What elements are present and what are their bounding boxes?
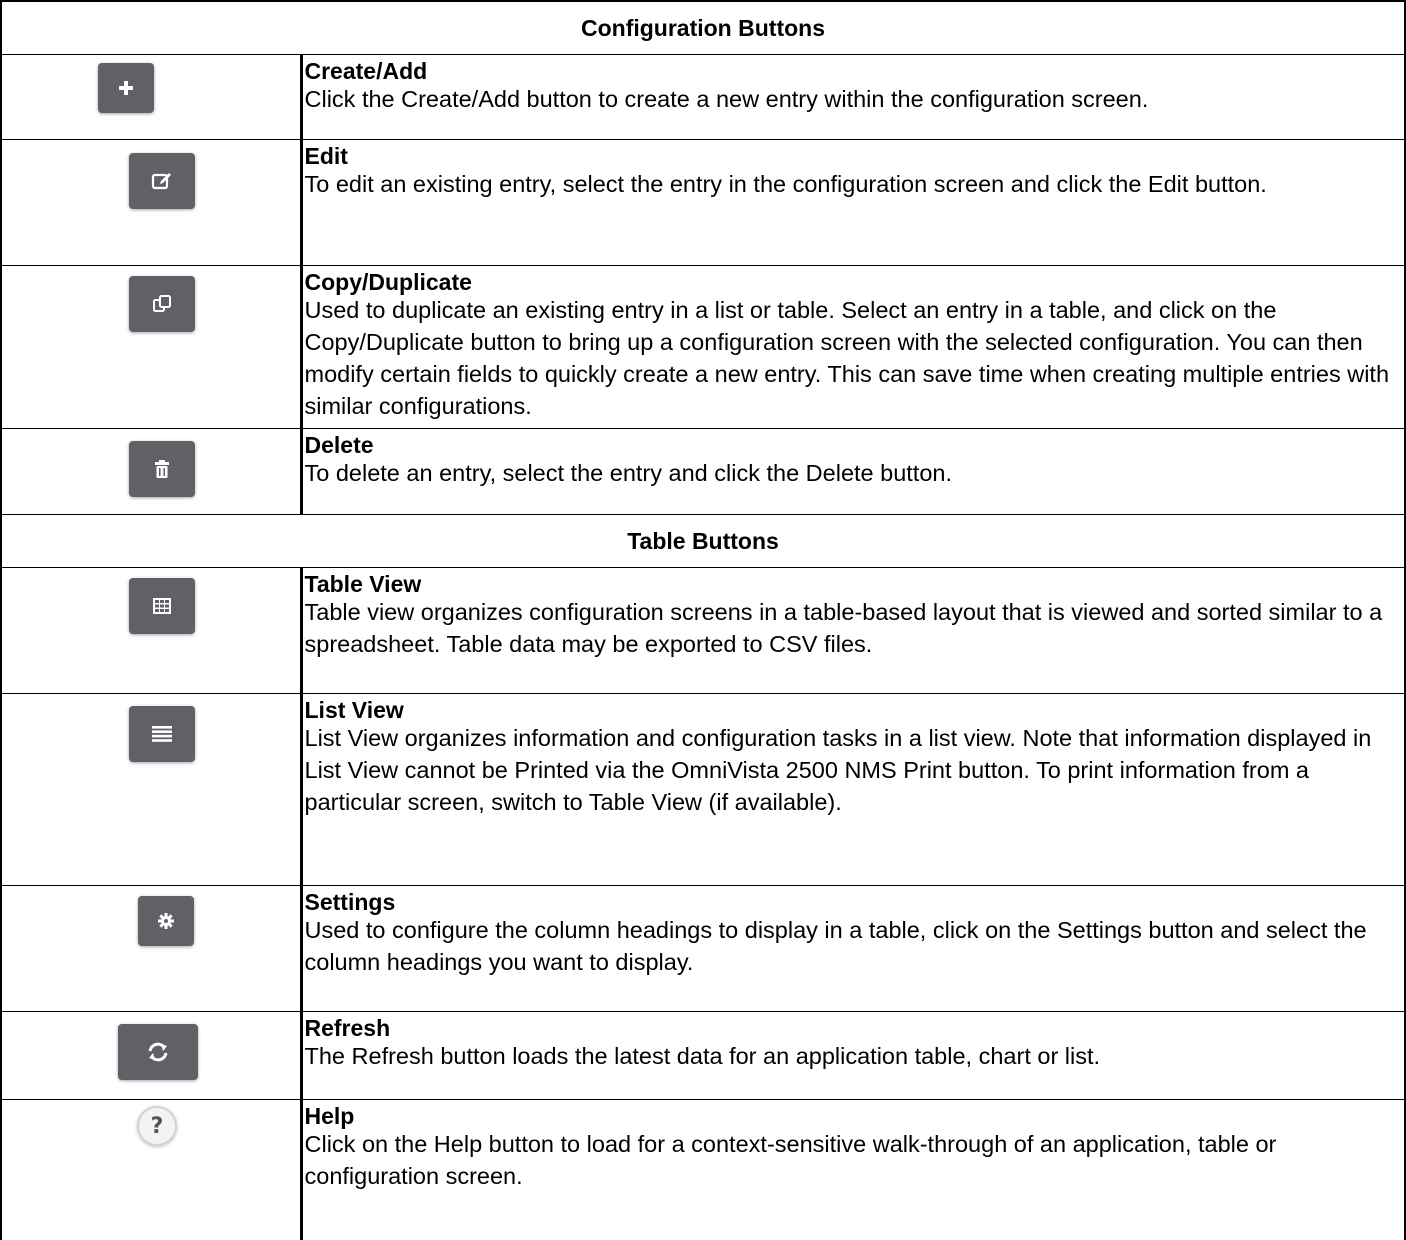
copy-icon bbox=[153, 295, 171, 312]
section-header-configuration: Configuration Buttons bbox=[0, 0, 1406, 55]
list-view-button[interactable] bbox=[129, 706, 195, 762]
row-description: To delete an entry, select the entry and… bbox=[304, 460, 953, 486]
row-description: Table view organizes configuration scree… bbox=[304, 599, 1383, 657]
edit-button[interactable] bbox=[129, 153, 195, 209]
table-row-copy-duplicate: Copy/Duplicate Used to duplicate an exis… bbox=[0, 265, 1406, 429]
row-description: The Refresh button loads the latest data… bbox=[304, 1043, 1101, 1069]
section-title-table: Table Buttons bbox=[0, 514, 1406, 568]
row-title: Create/Add bbox=[304, 58, 428, 84]
refresh-button[interactable] bbox=[118, 1024, 198, 1080]
settings-button[interactable] bbox=[138, 896, 194, 946]
table-row-list-view: List View List View organizes informatio… bbox=[0, 693, 1406, 886]
help-icon[interactable]: ? bbox=[137, 1106, 177, 1146]
section-header-table: Table Buttons bbox=[0, 514, 1406, 568]
create-add-button[interactable] bbox=[98, 63, 154, 113]
table-row-edit: Edit To edit an existing entry, select t… bbox=[0, 139, 1406, 266]
row-title: Copy/Duplicate bbox=[304, 269, 472, 295]
row-description: Used to duplicate an existing entry in a… bbox=[304, 297, 1390, 419]
section-title-configuration: Configuration Buttons bbox=[0, 0, 1406, 55]
row-description: To edit an existing entry, select the en… bbox=[304, 171, 1267, 197]
row-title: Delete bbox=[304, 432, 374, 458]
buttons-reference-table: Configuration Buttons Create/Add Click t… bbox=[0, 0, 1406, 1240]
table-row-create-add: Create/Add Click the Create/Add button t… bbox=[0, 54, 1406, 140]
row-description: Used to configure the column headings to… bbox=[304, 917, 1367, 975]
table-row-table-view: Table View Table view organizes configur… bbox=[0, 567, 1406, 694]
row-description: Click the Create/Add button to create a … bbox=[304, 86, 1149, 112]
list-icon bbox=[152, 726, 172, 742]
table-row-delete: Delete To delete an entry, select the en… bbox=[0, 428, 1406, 515]
trash-icon bbox=[155, 460, 169, 478]
delete-button[interactable] bbox=[129, 441, 195, 497]
plus-icon bbox=[119, 81, 133, 95]
table-row-settings: Settings Used to configure the column he… bbox=[0, 885, 1406, 1012]
row-title: Table View bbox=[304, 571, 422, 597]
row-title: List View bbox=[304, 697, 404, 723]
row-title: Edit bbox=[304, 143, 348, 169]
row-title: Refresh bbox=[304, 1015, 391, 1041]
row-description: Click on the Help button to load for a c… bbox=[304, 1131, 1277, 1189]
row-description: List View organizes information and conf… bbox=[304, 725, 1372, 815]
row-title: Help bbox=[304, 1103, 355, 1129]
table-view-button[interactable] bbox=[129, 578, 195, 634]
table-row-refresh: Refresh The Refresh button loads the lat… bbox=[0, 1011, 1406, 1100]
table-icon bbox=[153, 598, 171, 614]
gear-icon bbox=[158, 913, 174, 929]
copy-duplicate-button[interactable] bbox=[129, 276, 195, 332]
row-title: Settings bbox=[304, 889, 396, 915]
edit-icon bbox=[151, 173, 171, 190]
table-row-help: ? Help Click on the Help button to load … bbox=[0, 1099, 1406, 1240]
refresh-icon bbox=[148, 1042, 168, 1062]
